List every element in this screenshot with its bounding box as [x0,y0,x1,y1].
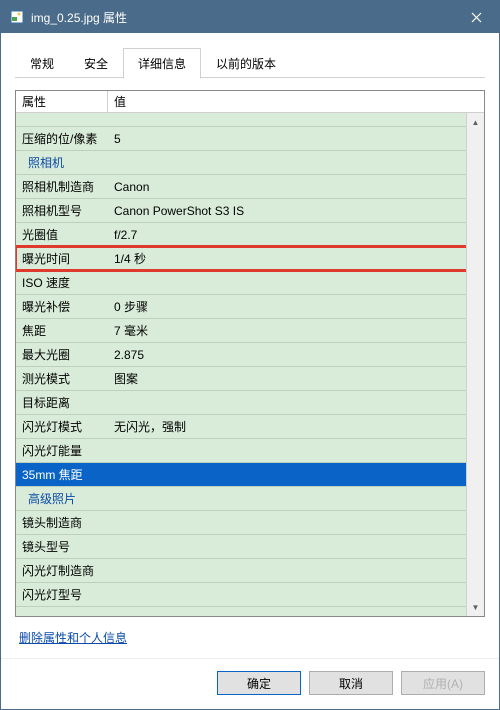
cell-val: 1/4 秒 [108,250,466,267]
apply-button[interactable]: 应用(A) [401,671,485,695]
cell-val: 5 [108,132,466,146]
list-body-wrap: 压缩的位/像素 5 照相机 照相机制造商 Canon 照相机型号 Canon P… [16,113,484,616]
app-icon [9,9,25,25]
cell-attr: 目标距离 [16,394,108,411]
ok-button[interactable]: 确定 [217,671,301,695]
cell-val: 图案 [108,370,466,387]
property-list: 属性 值 压缩的位/像素 5 照相机 照相机制造商 [15,90,485,617]
button-bar: 确定 取消 应用(A) [1,658,499,709]
tab-previous-versions[interactable]: 以前的版本 [201,48,291,79]
cell-val: f/2.7 [108,228,466,242]
cell-attr: 镜头制造商 [16,514,108,531]
list-row-partial[interactable] [16,113,466,127]
cell-val: 0 步骤 [108,298,466,315]
list-row-subject-distance[interactable]: 目标距离 [16,391,466,415]
cell-attr: 焦距 [16,322,108,339]
list-row-max-aperture[interactable]: 最大光圈 2.875 [16,343,466,367]
titlebar[interactable]: img_0.25.jpg 属性 [1,1,499,33]
cell-attr: 压缩的位/像素 [16,130,108,147]
cell-attr: ISO 速度 [16,274,108,291]
list-row-flash-model[interactable]: 闪光灯型号 [16,583,466,607]
cell-attr: 闪光灯制造商 [16,562,108,579]
cell-attr: 闪光灯能量 [16,442,108,459]
cell-attr: 照相机制造商 [16,178,108,195]
cell-attr: 曝光时间 [16,250,108,267]
list-header: 属性 值 [16,91,484,113]
column-value[interactable]: 值 [108,91,484,112]
cell-attr: 闪光灯模式 [16,418,108,435]
properties-dialog: img_0.25.jpg 属性 常规 安全 详细信息 以前的版本 属性 值 [0,0,500,710]
list-row-flash-maker[interactable]: 闪光灯制造商 [16,559,466,583]
cell-attr: 曝光补偿 [16,298,108,315]
cell-attr: 镜头型号 [16,538,108,555]
cell-val: 2.875 [108,348,466,362]
list-body: 压缩的位/像素 5 照相机 照相机制造商 Canon 照相机型号 Canon P… [16,113,466,616]
tab-content: 属性 值 压缩的位/像素 5 照相机 照相机制造商 [1,78,499,658]
scroll-up-icon[interactable]: ▲ [469,115,483,129]
list-row-35mm-focal[interactable]: 35mm 焦距 [16,463,466,487]
link-row: 删除属性和个人信息 [15,617,485,650]
list-row-lens-maker[interactable]: 镜头制造商 [16,511,466,535]
list-row-lens-model[interactable]: 镜头型号 [16,535,466,559]
section-camera: 照相机 [16,151,466,175]
list-row-exposure-time[interactable]: 曝光时间 1/4 秒 [16,247,466,271]
cell-attr: 测光模式 [16,370,108,387]
scroll-down-icon[interactable]: ▼ [469,600,483,614]
window-title: img_0.25.jpg 属性 [31,9,454,26]
list-row-ev[interactable]: 曝光补偿 0 步骤 [16,295,466,319]
cell-attr: 光圈值 [16,226,108,243]
cancel-button[interactable]: 取消 [309,671,393,695]
cell-val: 7 毫米 [108,322,466,339]
cell-val: 无闪光，强制 [108,418,466,435]
tab-security[interactable]: 安全 [69,48,123,79]
column-attribute[interactable]: 属性 [16,91,108,112]
list-row-flash-mode[interactable]: 闪光灯模式 无闪光，强制 [16,415,466,439]
section-advanced: 高级照片 [16,487,466,511]
scrollbar-vertical[interactable]: ▲ ▼ [466,113,484,616]
list-row-flash-energy[interactable]: 闪光灯能量 [16,439,466,463]
cell-attr: 照相机型号 [16,202,108,219]
list-row-model[interactable]: 照相机型号 Canon PowerShot S3 IS [16,199,466,223]
tab-details[interactable]: 详细信息 [123,48,201,79]
remove-properties-link[interactable]: 删除属性和个人信息 [19,631,127,645]
cell-attr: 闪光灯型号 [16,586,108,603]
list-row-focal[interactable]: 焦距 7 毫米 [16,319,466,343]
list-row-metering[interactable]: 测光模式 图案 [16,367,466,391]
list-row-iso[interactable]: ISO 速度 [16,271,466,295]
cell-val: Canon PowerShot S3 IS [108,204,466,218]
list-row-bits[interactable]: 压缩的位/像素 5 [16,127,466,151]
cell-val: Canon [108,180,466,194]
list-row-fnumber[interactable]: 光圈值 f/2.7 [16,223,466,247]
cell-attr: 35mm 焦距 [16,466,108,483]
tab-bar: 常规 安全 详细信息 以前的版本 [1,33,499,78]
list-row-maker[interactable]: 照相机制造商 Canon [16,175,466,199]
tab-underline [15,77,485,78]
cell-attr: 最大光圈 [16,346,108,363]
tab-general[interactable]: 常规 [15,48,69,79]
close-button[interactable] [454,1,499,33]
